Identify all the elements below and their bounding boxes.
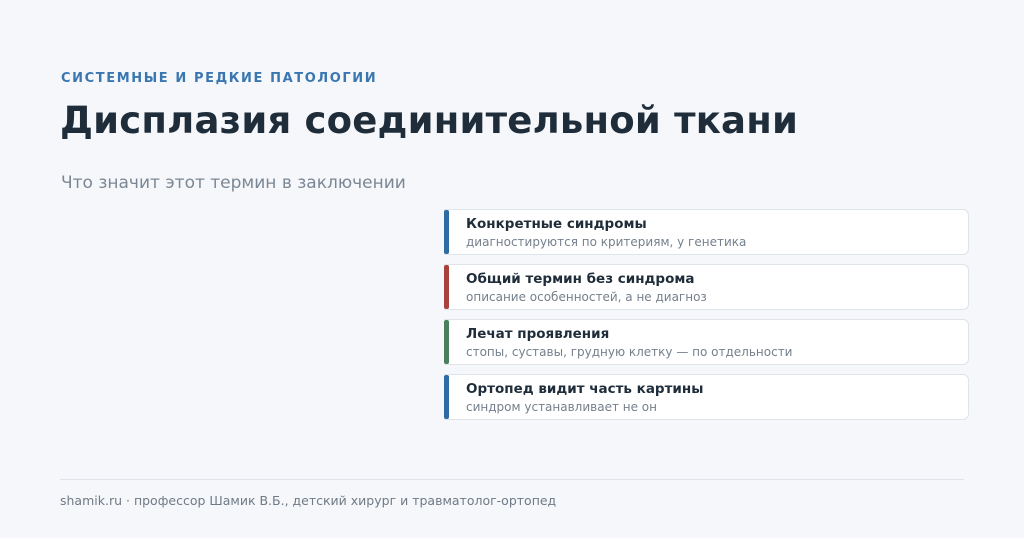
- info-card-general-term: Общий термин без синдрома описание особе…: [444, 264, 969, 310]
- card-description: описание особенностей, а не диагноз: [466, 290, 707, 304]
- card-description: стопы, суставы, грудную клетку — по отде…: [466, 345, 793, 359]
- card-accent-bar: [444, 265, 449, 309]
- page-title: Дисплазия соединительной ткани: [60, 99, 799, 142]
- footer-divider: [60, 479, 964, 480]
- page-subtitle: Что значит этот термин в заключении: [61, 173, 406, 193]
- card-title: Общий термин без синдрома: [466, 271, 695, 287]
- card-accent-bar: [444, 210, 449, 254]
- card-description: синдром устанавливает не он: [466, 400, 657, 414]
- card-accent-bar: [444, 320, 449, 364]
- card-title: Конкретные синдромы: [466, 216, 647, 232]
- card-title: Ортопед видит часть картины: [466, 381, 704, 397]
- info-card-orthopedist: Ортопед видит часть картины синдром уста…: [444, 374, 969, 420]
- card-description: диагностируются по критериям, у генетика: [466, 235, 747, 249]
- info-card-treatment: Лечат проявления стопы, суставы, грудную…: [444, 319, 969, 365]
- card-title: Лечат проявления: [466, 326, 610, 342]
- info-card-syndromes: Конкретные синдромы диагностируются по к…: [444, 209, 969, 255]
- footer-credit: shamik.ru · профессор Шамик В.Б., детски…: [60, 493, 557, 508]
- info-card-list: Конкретные синдромы диагностируются по к…: [444, 209, 969, 429]
- category-label: СИСТЕМНЫЕ И РЕДКИЕ ПАТОЛОГИИ: [61, 71, 378, 86]
- card-accent-bar: [444, 375, 449, 419]
